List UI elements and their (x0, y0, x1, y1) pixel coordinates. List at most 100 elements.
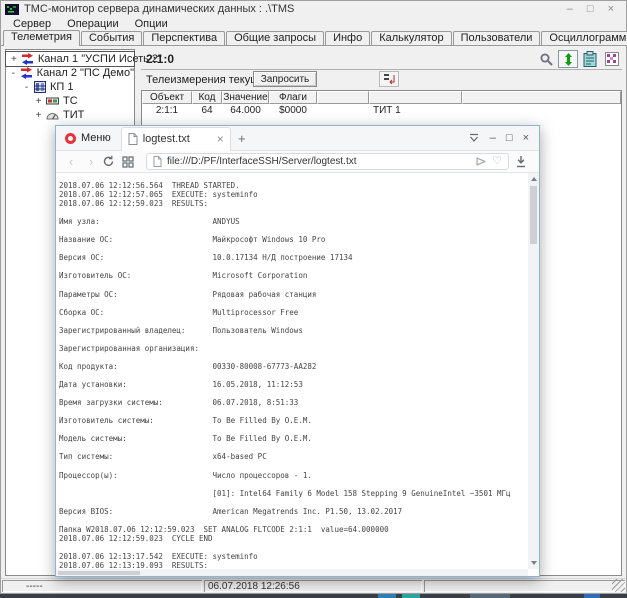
channel-icon (20, 67, 33, 79)
vertical-scrollbar[interactable] (528, 173, 539, 569)
browser-close-button[interactable]: × (523, 132, 529, 144)
download-icon (515, 155, 527, 168)
status-left: ----- (2, 580, 202, 592)
tree-item-channel1[interactable]: + Канал 1 "УСПИ Исеть 2" (6, 52, 134, 66)
tab-menu-icon[interactable] (468, 133, 480, 143)
cell-object: 2:1:1 (142, 104, 192, 117)
col-value[interactable]: Значение (222, 91, 269, 104)
tab-oscillograms[interactable]: Осциллограммы (541, 31, 627, 45)
scroll-up-icon[interactable] (531, 177, 537, 181)
col-object[interactable]: Объект (142, 91, 192, 104)
opera-logo-icon (65, 133, 76, 144)
resize-grip[interactable] (612, 579, 625, 592)
status-right (424, 580, 625, 592)
cell-flags: $0000 (269, 104, 317, 117)
horizontal-scroll-thumb[interactable] (58, 571, 140, 575)
clipboard-icon (583, 51, 597, 67)
page-icon (153, 156, 162, 167)
heart-icon[interactable]: ♡ (492, 156, 502, 167)
close-button[interactable]: × (608, 2, 614, 16)
document-icon (128, 133, 138, 145)
browser-minimize-button[interactable]: – (490, 132, 496, 144)
expand-icon[interactable]: + (35, 110, 42, 121)
new-tab-button[interactable]: + (231, 131, 253, 146)
request-button[interactable]: Запросить (253, 71, 317, 87)
tree-item-label: КП 1 (50, 81, 74, 93)
forward-button[interactable]: › (82, 153, 100, 171)
tab-close-icon[interactable]: × (217, 132, 224, 146)
updown-arrow-icon (564, 53, 573, 66)
col-empty2[interactable] (369, 91, 462, 104)
status-time: 06.07.2018 12:26:56 (204, 580, 422, 592)
minimize-button[interactable]: – (567, 2, 573, 16)
taskbar-icon (470, 594, 510, 598)
tree-item-channel2[interactable]: - Канал 2 "ПС Демо" (6, 66, 134, 80)
clipboard-button[interactable] (580, 50, 600, 68)
titlebar: ТМС-монитор сервера динамических данных … (1, 1, 626, 17)
expand-icon[interactable]: + (35, 96, 42, 107)
autoscale-button[interactable] (558, 50, 578, 68)
pattern-button[interactable] (602, 50, 622, 68)
browser-tab-logtest[interactable]: logtest.txt × (121, 127, 231, 151)
expand-icon[interactable]: + (11, 54, 17, 65)
menu-operations[interactable]: Операции (59, 18, 126, 30)
log-text: 2018.07.06 12:12:56.564 THREAD STARTED. … (59, 181, 511, 570)
tab-calculator[interactable]: Калькулятор (371, 31, 451, 45)
search-button[interactable] (536, 50, 556, 68)
tree-item-label: ТС (63, 95, 78, 107)
col-flags[interactable]: Флаги (269, 91, 317, 104)
gauge-icon (46, 111, 59, 120)
tree-item-tc[interactable]: + ТС (6, 94, 134, 108)
speed-dial-icon (122, 156, 134, 168)
maximize-button[interactable]: □ (587, 2, 594, 16)
tab-events[interactable]: События (81, 31, 142, 45)
channel-icon (21, 53, 34, 65)
tab-users[interactable]: Пользователи (453, 31, 541, 45)
tree-item-label: ТИТ (63, 109, 84, 121)
collapse-icon[interactable]: - (11, 68, 16, 79)
tree-item-kp1[interactable]: - КП 1 (6, 80, 134, 94)
reload-button[interactable] (102, 155, 120, 168)
reload-icon (102, 155, 115, 168)
taskbar-icon (378, 594, 396, 598)
share-icon[interactable] (475, 156, 487, 167)
menu-server[interactable]: Сервер (5, 18, 59, 30)
taskbar-peek (0, 594, 627, 598)
tab-telemetry[interactable]: Телеметрия (3, 30, 80, 46)
tab-common-queries[interactable]: Общие запросы (226, 31, 324, 45)
menu-options[interactable]: Опции (127, 18, 176, 30)
cell-name: ТИТ 1 (369, 104, 462, 117)
tree-item-tit[interactable]: + ТИТ (6, 108, 134, 122)
table-row[interactable]: 2:1:1 64 64.000 $0000 ТИТ 1 (142, 104, 621, 117)
selected-object-id: 2:1:0 (141, 52, 534, 66)
export-button[interactable] (379, 71, 399, 87)
app-icon (5, 4, 19, 15)
pattern-icon (605, 52, 619, 66)
cell-code: 64 (192, 104, 222, 117)
tab-perspective[interactable]: Перспектива (143, 31, 225, 45)
back-button[interactable]: ‹ (62, 153, 80, 171)
col-empty1[interactable] (317, 91, 369, 104)
speed-dial-button[interactable] (122, 156, 140, 168)
url-field[interactable]: file:///D:/PF/InterfaceSSH/Server/logtes… (146, 153, 509, 170)
tab-bar: Телеметрия События Перспектива Общие зап… (1, 30, 626, 46)
collapse-icon[interactable]: - (23, 82, 30, 93)
tab-info[interactable]: Инфо (325, 31, 370, 45)
opera-menu-button[interactable]: Меню (56, 126, 121, 150)
tree-item-label: Канал 2 "ПС Демо" (37, 67, 134, 79)
vertical-scroll-thumb[interactable] (530, 186, 537, 244)
url-text: file:///D:/PF/InterfaceSSH/Server/logtes… (167, 156, 470, 167)
cell-value: 64.000 (222, 104, 269, 117)
taskbar-icon (584, 594, 600, 598)
browser-content: 2018.07.06 12:12:56.564 THREAD STARTED. … (56, 173, 539, 576)
scroll-down-icon[interactable] (531, 561, 537, 565)
col-code[interactable]: Код (192, 91, 222, 104)
taskbar-icon (402, 594, 420, 598)
horizontal-scrollbar[interactable] (56, 569, 528, 576)
browser-maximize-button[interactable]: □ (506, 132, 513, 144)
magnifier-icon (541, 54, 548, 61)
browser-window: Меню logtest.txt × + – □ × ‹ › (55, 125, 540, 577)
download-button[interactable] (515, 155, 533, 168)
browser-address-bar: ‹ › file:///D:/PF/InterfaceSSH/Server/lo… (56, 151, 539, 173)
browser-tab-strip: Меню logtest.txt × + – □ × (56, 126, 539, 151)
